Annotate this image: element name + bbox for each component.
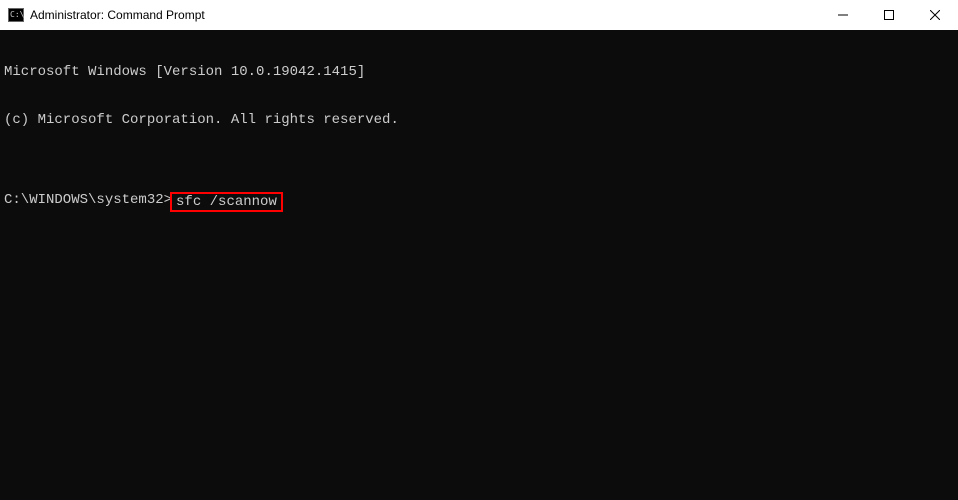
window-title: Administrator: Command Prompt bbox=[30, 8, 205, 22]
copyright-line: (c) Microsoft Corporation. All rights re… bbox=[4, 112, 954, 128]
terminal-area[interactable]: Microsoft Windows [Version 10.0.19042.14… bbox=[0, 30, 958, 500]
minimize-icon bbox=[838, 10, 848, 20]
minimize-button[interactable] bbox=[820, 0, 866, 30]
command-text: sfc /scannow bbox=[176, 194, 277, 210]
titlebar[interactable]: C:\ Administrator: Command Prompt bbox=[0, 0, 958, 30]
maximize-icon bbox=[884, 10, 894, 20]
close-button[interactable] bbox=[912, 0, 958, 30]
version-line: Microsoft Windows [Version 10.0.19042.14… bbox=[4, 64, 954, 80]
window-controls bbox=[820, 0, 958, 30]
maximize-button[interactable] bbox=[866, 0, 912, 30]
command-highlight: sfc /scannow bbox=[170, 192, 283, 212]
close-icon bbox=[930, 10, 940, 20]
title-left: C:\ Administrator: Command Prompt bbox=[0, 8, 205, 22]
cmd-icon: C:\ bbox=[8, 8, 24, 22]
prompt-path: C:\WINDOWS\system32> bbox=[4, 192, 172, 212]
prompt-line: C:\WINDOWS\system32>sfc /scannow bbox=[4, 192, 954, 212]
command-prompt-window: C:\ Administrator: Command Prompt Micros… bbox=[0, 0, 958, 500]
